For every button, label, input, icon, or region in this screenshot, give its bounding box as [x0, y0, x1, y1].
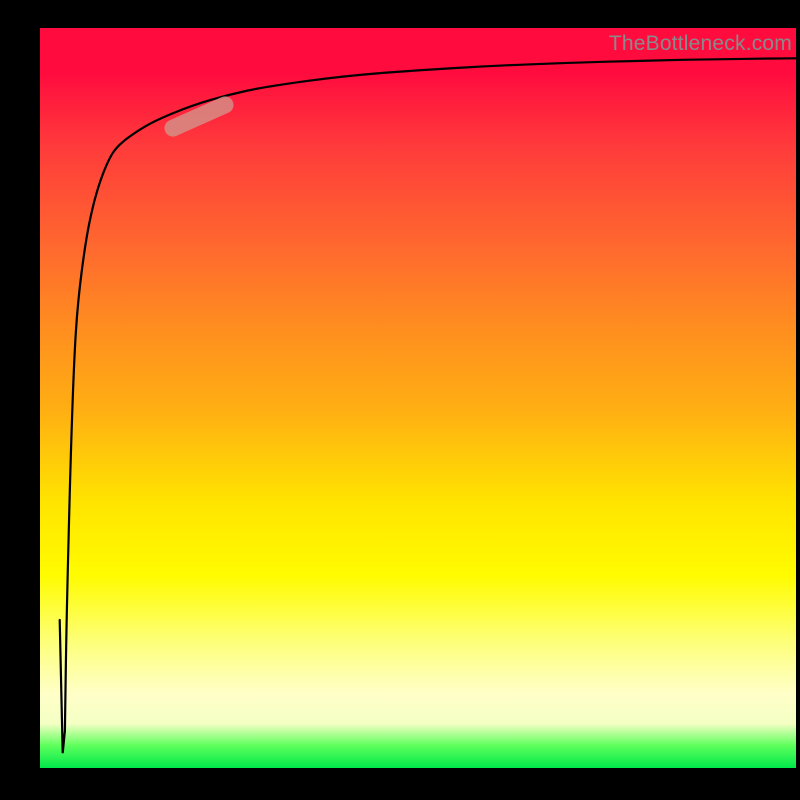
plot-area: TheBottleneck.com: [40, 28, 796, 768]
data-curve: [60, 58, 796, 753]
chart-canvas: TheBottleneck.com: [0, 0, 800, 800]
curve-layer: [40, 28, 796, 768]
